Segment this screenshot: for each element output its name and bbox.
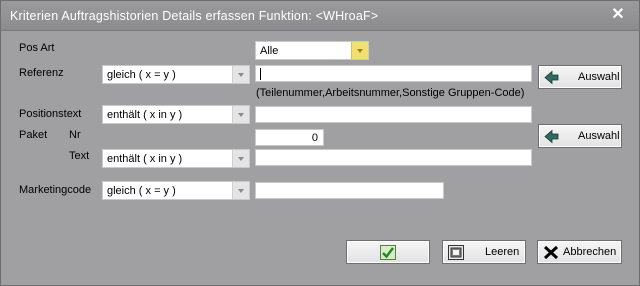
referenz-hint: (Teilenummer,Arbeitsnummer,Sonstige Grup… <box>256 87 525 99</box>
window-title: Kriterien Auftragshistorien Details erfa… <box>10 9 379 23</box>
auswahl-paket-label: Auswahl <box>578 130 620 142</box>
arrow-left-icon <box>544 129 559 144</box>
title-bar[interactable]: Kriterien Auftragshistorien Details erfa… <box>1 1 639 31</box>
chevron-down-icon[interactable] <box>232 66 249 83</box>
dialog-window: Kriterien Auftragshistorien Details erfa… <box>0 0 640 286</box>
abbrechen-label: Abbrechen <box>563 246 617 258</box>
positionstext-operator-select[interactable]: enthält ( x in y ) <box>102 105 250 124</box>
text-caret <box>260 68 261 80</box>
arrow-left-icon <box>544 70 559 85</box>
clear-icon <box>448 245 464 260</box>
referenz-input[interactable] <box>255 65 532 82</box>
positionstext-label: Positionstext <box>19 108 82 120</box>
marketingcode-label: Marketingcode <box>19 184 92 196</box>
close-icon[interactable]: ✕ <box>610 7 626 23</box>
abbrechen-button[interactable]: Abbrechen <box>537 240 622 264</box>
paket-text-input[interactable] <box>255 149 532 166</box>
paket-nr-value: 0 <box>311 132 318 144</box>
marketingcode-input[interactable] <box>255 182 444 199</box>
leeren-label: Leeren <box>485 246 520 258</box>
auswahl-paket-button[interactable]: Auswahl <box>538 124 622 148</box>
chevron-down-icon[interactable] <box>232 106 249 123</box>
auswahl-referenz-button[interactable]: Auswahl <box>538 65 622 89</box>
referenz-label: Referenz <box>19 67 64 79</box>
x-cancel-icon <box>543 245 559 260</box>
paket-nr-label: Nr <box>69 129 81 141</box>
checkmark-ok-icon <box>380 245 396 260</box>
positionstext-operator-value: enthält ( x in y ) <box>107 109 183 121</box>
ok-button[interactable] <box>346 240 430 264</box>
paket-text-operator-value: enthält ( x in y ) <box>107 153 183 165</box>
auswahl-referenz-label: Auswahl <box>578 71 620 83</box>
chevron-down-icon[interactable] <box>232 182 249 199</box>
chevron-down-icon[interactable] <box>351 42 368 59</box>
chevron-down-icon[interactable] <box>232 150 249 167</box>
positionstext-input[interactable] <box>255 106 532 123</box>
pos-art-label: Pos Art <box>19 42 55 54</box>
pos-art-select[interactable]: Alle <box>255 41 369 60</box>
leeren-button[interactable]: Leeren <box>442 240 526 264</box>
paket-text-operator-select[interactable]: enthält ( x in y ) <box>102 149 250 168</box>
pos-art-value: Alle <box>260 45 279 57</box>
referenz-operator-select[interactable]: gleich ( x = y ) <box>102 65 250 84</box>
paket-text-label: Text <box>69 150 90 162</box>
referenz-operator-value: gleich ( x = y ) <box>107 69 176 81</box>
paket-nr-input[interactable]: 0 <box>255 129 324 146</box>
marketingcode-operator-value: gleich ( x = y ) <box>107 185 176 197</box>
paket-label: Paket <box>19 129 48 141</box>
marketingcode-operator-select[interactable]: gleich ( x = y ) <box>102 181 250 200</box>
